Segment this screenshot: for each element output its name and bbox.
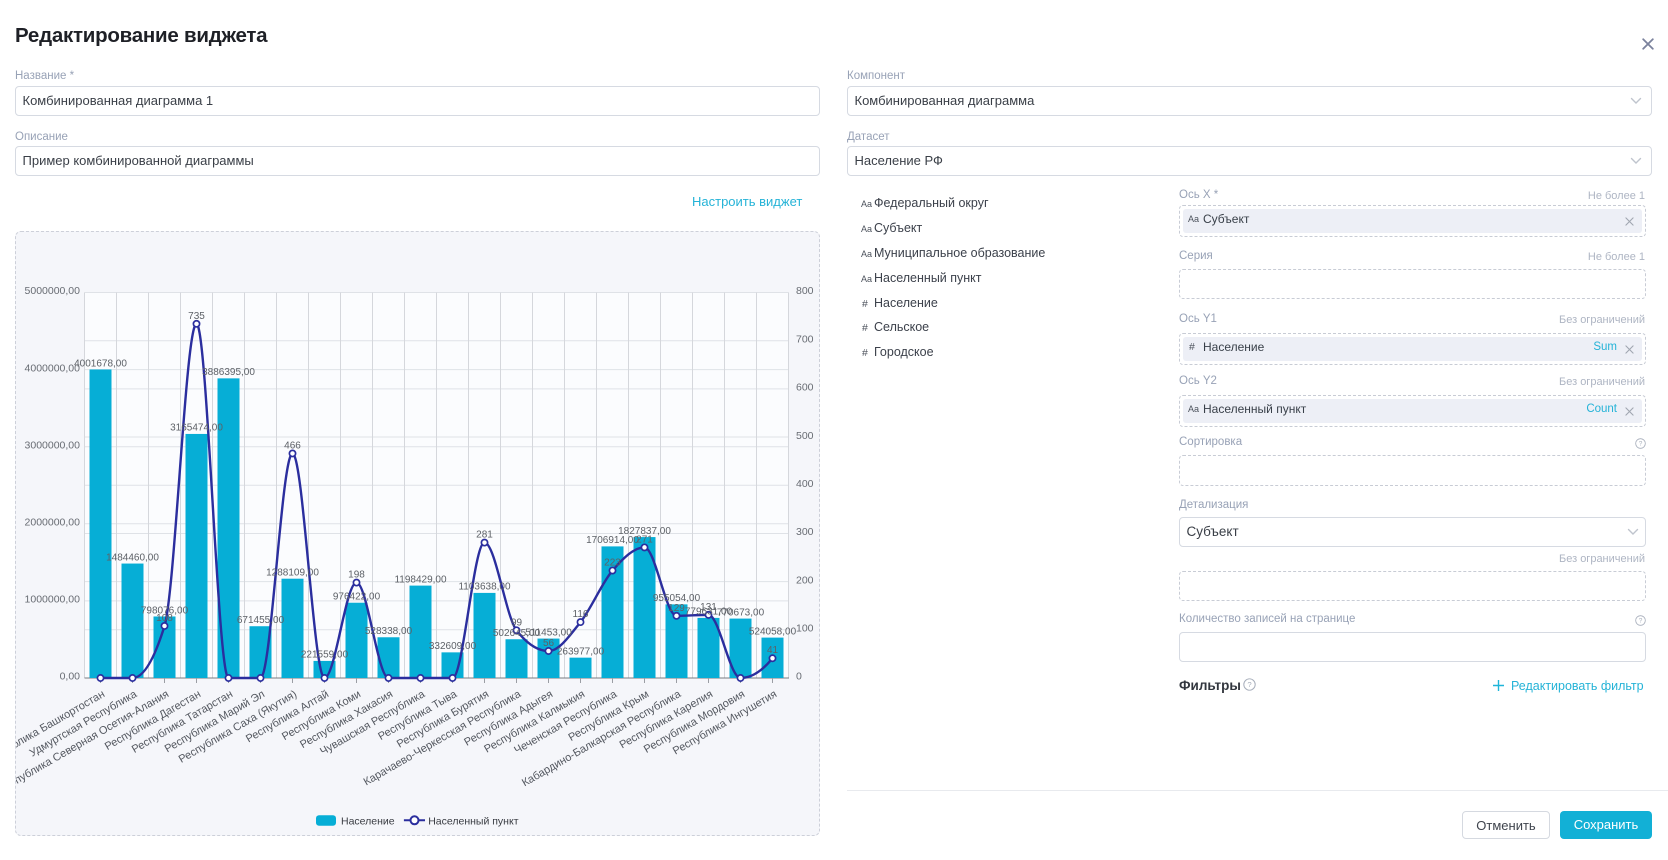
svg-text:?: ?	[1639, 441, 1643, 448]
svg-text:976422,00: 976422,00	[332, 592, 380, 603]
svg-text:3886395,00: 3886395,00	[202, 367, 255, 378]
svg-text:1103638,00: 1103638,00	[458, 582, 511, 593]
svg-text:800: 800	[796, 285, 814, 297]
svg-text:3000000,00: 3000000,00	[24, 439, 80, 451]
svg-text:4000000,00: 4000000,00	[24, 362, 80, 374]
svg-text:1000000,00: 1000000,00	[24, 594, 80, 606]
svg-text:466: 466	[284, 440, 301, 451]
svg-text:129: 129	[668, 603, 685, 614]
svg-text:700: 700	[796, 333, 814, 345]
svg-text:271: 271	[636, 534, 653, 545]
svg-text:5000000,00: 5000000,00	[24, 285, 80, 297]
svg-text:116: 116	[572, 609, 588, 620]
svg-text:281: 281	[476, 530, 493, 541]
svg-text:99: 99	[510, 617, 522, 628]
svg-text:2000000,00: 2000000,00	[24, 517, 80, 529]
svg-text:671455,00: 671455,00	[236, 615, 284, 626]
svg-text:735: 735	[188, 311, 205, 322]
svg-text:56: 56	[542, 638, 554, 649]
svg-text:Населенный пункт: Населенный пункт	[428, 815, 519, 827]
svg-text:Население: Население	[341, 815, 395, 827]
svg-text:332609,00: 332609,00	[428, 641, 476, 652]
svg-text:41: 41	[766, 645, 778, 656]
svg-text:263977,00: 263977,00	[556, 646, 604, 657]
svg-text:221559,00: 221559,00	[300, 650, 348, 661]
svg-text:131: 131	[700, 602, 717, 613]
svg-text:400: 400	[796, 478, 814, 490]
svg-text:?: ?	[1247, 680, 1251, 689]
svg-text:1288109,00: 1288109,00	[266, 568, 319, 579]
svg-text:200: 200	[796, 574, 814, 586]
svg-text:300: 300	[796, 526, 814, 538]
svg-text:600: 600	[796, 382, 814, 394]
svg-text:?: ?	[1639, 618, 1643, 625]
svg-text:528338,00: 528338,00	[364, 626, 412, 637]
svg-text:500: 500	[796, 430, 814, 442]
svg-text:511453,00: 511453,00	[525, 627, 572, 638]
svg-text:0,00: 0,00	[59, 671, 80, 683]
svg-text:223: 223	[604, 558, 621, 569]
svg-text:0: 0	[796, 671, 802, 683]
svg-text:198: 198	[348, 570, 365, 581]
svg-text:108: 108	[156, 613, 173, 624]
svg-text:3165474,00: 3165474,00	[170, 423, 223, 434]
svg-text:524058,00: 524058,00	[748, 626, 796, 637]
svg-text:100: 100	[796, 623, 814, 635]
svg-text:770673,00: 770673,00	[716, 607, 764, 618]
svg-text:1484460,00: 1484460,00	[106, 552, 159, 563]
svg-text:4001678,00: 4001678,00	[74, 358, 127, 369]
svg-text:1198429,00: 1198429,00	[394, 574, 447, 585]
